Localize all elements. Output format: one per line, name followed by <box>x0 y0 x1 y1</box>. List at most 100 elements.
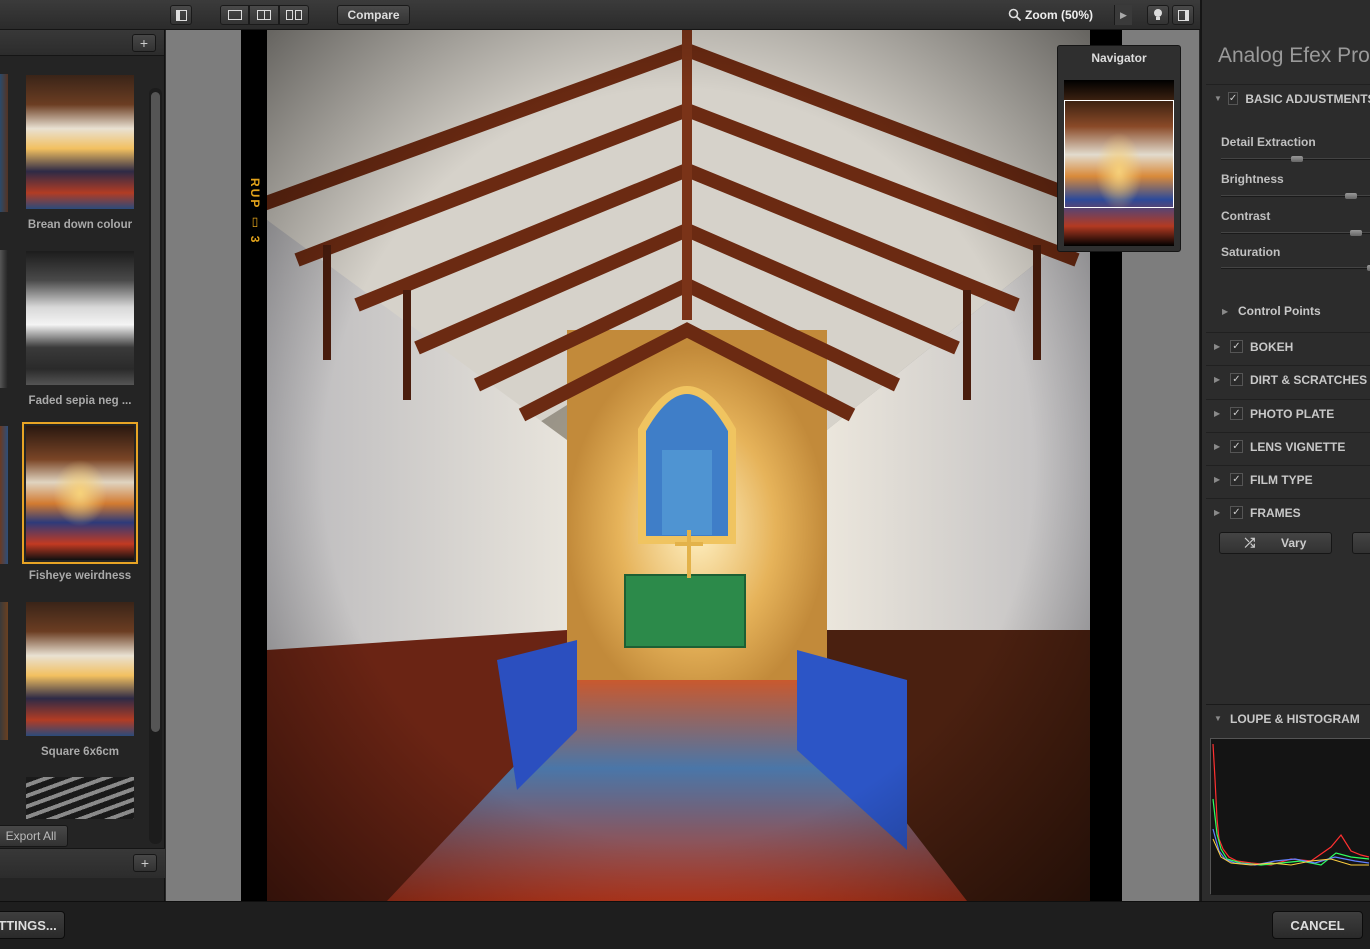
settings-button[interactable]: TTINGS... <box>0 911 65 939</box>
zoom-arrow-icon[interactable]: ▶ <box>1114 5 1132 25</box>
church-thumbnail-image <box>26 777 134 819</box>
navigator-viewport-frame[interactable] <box>1064 100 1174 208</box>
preset-label: Square 6x6cm <box>41 746 119 758</box>
slider-label: Saturation <box>1221 245 1281 259</box>
compare-label: Compare <box>347 8 400 22</box>
brightness-slider[interactable] <box>1221 193 1370 199</box>
church-thumbnail-image <box>26 251 134 385</box>
section-label: BOKEH <box>1250 339 1294 354</box>
preset-thumbnail[interactable] <box>22 71 138 213</box>
preset-item[interactable]: Faded sepia neg ... <box>22 247 138 407</box>
section-bokeh[interactable]: ▶ ✓ BOKEH <box>1206 332 1370 360</box>
section-label: FRAMES <box>1250 505 1301 520</box>
section-photo-plate[interactable]: ▶ ✓ PHOTO PLATE <box>1206 399 1370 427</box>
zoom-control[interactable]: Zoom (50%) ▶ <box>1008 5 1132 25</box>
export-all-button[interactable]: Export All <box>0 825 68 847</box>
triangle-right-icon[interactable]: ▶ <box>1214 475 1224 484</box>
checkbox-lens-vignette[interactable]: ✓ <box>1230 440 1243 453</box>
triangle-down-icon[interactable]: ▼ <box>1214 714 1224 723</box>
add-preset-button[interactable]: + <box>132 34 156 52</box>
checkbox-film-type[interactable]: ✓ <box>1230 473 1243 486</box>
contrast-slider[interactable] <box>1221 230 1370 236</box>
cancel-button[interactable]: CANCEL <box>1272 911 1363 939</box>
vary-button[interactable]: ⤮ Vary <box>1219 532 1332 554</box>
triangle-right-icon[interactable]: ▶ <box>1222 307 1232 316</box>
section-frames[interactable]: ▶ ✓ FRAMES <box>1206 498 1370 526</box>
section-label: PHOTO PLATE <box>1250 406 1335 421</box>
checkbox-photo-plate[interactable]: ✓ <box>1230 407 1243 420</box>
church-thumbnail-image <box>26 602 134 736</box>
app-title: Analog Efex Pro <box>1218 44 1370 67</box>
zoom-label: Zoom (50%) <box>1025 8 1094 22</box>
section-lens-vignette[interactable]: ▶ ✓ LENS VIGNETTE <box>1206 432 1370 460</box>
section-label: LENS VIGNETTE <box>1250 439 1346 454</box>
section-film-type[interactable]: ▶ ✓ FILM TYPE <box>1206 465 1370 493</box>
bottom-bar: TTINGS... CANCEL <box>0 901 1370 949</box>
saturation-slider[interactable] <box>1221 265 1370 271</box>
panel-toggle-right-icon <box>1177 9 1189 21</box>
image-canvas[interactable]: RUP ▯ 3 <box>166 30 1199 901</box>
preset-label: Fisheye weirdness <box>28 570 132 582</box>
vary-label: Vary <box>1281 536 1307 550</box>
film-edge-marking: RUP ▯ 3 <box>248 178 262 245</box>
church-thumbnail-image <box>26 426 134 560</box>
add-preset-footer-button[interactable]: + <box>133 854 157 872</box>
preset-item-selected[interactable]: Fisheye weirdness <box>22 422 138 582</box>
preset-item-partial[interactable] <box>22 773 138 819</box>
toggle-settings-button[interactable] <box>1172 5 1194 25</box>
church-photo[interactable] <box>267 30 1090 901</box>
checkbox-frames[interactable]: ✓ <box>1230 506 1243 519</box>
section-loupe-histogram[interactable]: ▼ LOUPE & HISTOGRAM <box>1206 704 1370 732</box>
shuffle-icon: ⤮ <box>1244 535 1256 550</box>
triangle-down-icon[interactable]: ▼ <box>1214 94 1222 103</box>
split-view-button[interactable] <box>249 5 279 25</box>
preset-thumbnail[interactable] <box>22 247 138 389</box>
preset-thumbnail[interactable] <box>22 598 138 740</box>
slider-knob[interactable] <box>1291 156 1303 162</box>
toggle-presets-button[interactable] <box>170 5 192 25</box>
preset-label: Brean down colour <box>27 219 133 231</box>
magnifier-icon <box>1008 8 1022 22</box>
vary-options-button[interactable] <box>1352 532 1370 554</box>
checkbox-dirt-scratches[interactable]: ✓ <box>1230 373 1243 386</box>
control-points-row[interactable]: ▶ Control Points <box>1206 297 1370 325</box>
preset-thumbnail-partial[interactable] <box>0 602 8 740</box>
presets-panel: + Brean down colour Faded sepia neg ... … <box>0 30 165 901</box>
slider-label: Contrast <box>1221 209 1271 223</box>
preset-thumbnail[interactable] <box>22 773 138 819</box>
settings-label: TTINGS... <box>0 917 57 933</box>
histogram-graph <box>1211 739 1370 895</box>
side-by-side-icon <box>286 10 302 20</box>
bulb-button[interactable] <box>1147 5 1169 25</box>
triangle-right-icon[interactable]: ▶ <box>1214 375 1224 384</box>
preset-thumbnail-partial[interactable] <box>0 426 8 564</box>
slider-knob[interactable] <box>1345 193 1357 199</box>
preset-item[interactable]: Brean down colour <box>22 71 138 231</box>
preset-thumbnail-partial[interactable] <box>0 74 8 212</box>
preset-thumbnail-partial[interactable] <box>0 250 8 388</box>
scrollbar-thumb[interactable] <box>151 92 160 732</box>
preset-thumbnail[interactable] <box>22 422 138 564</box>
slider-knob[interactable] <box>1350 230 1362 236</box>
single-view-button[interactable] <box>220 5 249 25</box>
single-view-icon <box>227 10 242 20</box>
section-basic-adjustments[interactable]: ▼ ✓ BASIC ADJUSTMENTS <box>1206 84 1370 112</box>
checkbox-basic-adjustments[interactable]: ✓ <box>1227 92 1239 105</box>
split-view-icon <box>257 10 271 20</box>
section-label: DIRT & SCRATCHES <box>1250 372 1368 387</box>
preset-item[interactable]: Square 6x6cm <box>22 598 138 758</box>
section-dirt-scratches[interactable]: ▶ ✓ DIRT & SCRATCHES <box>1206 365 1370 393</box>
top-toolbar: Compare Zoom (50%) ▶ <box>0 0 1370 30</box>
detail-extraction-slider[interactable] <box>1221 156 1370 162</box>
triangle-right-icon[interactable]: ▶ <box>1214 442 1224 451</box>
histogram-view <box>1210 738 1370 895</box>
triangle-right-icon[interactable]: ▶ <box>1214 508 1224 517</box>
presets-scrollbar[interactable] <box>149 88 162 844</box>
compare-button[interactable]: Compare <box>337 5 410 25</box>
triangle-right-icon[interactable]: ▶ <box>1214 409 1224 418</box>
checkbox-bokeh[interactable]: ✓ <box>1230 340 1243 353</box>
side-by-side-button[interactable] <box>279 5 309 25</box>
church-interior-image <box>267 30 1090 901</box>
triangle-right-icon[interactable]: ▶ <box>1214 342 1224 351</box>
film-frame: RUP ▯ 3 <box>241 30 1122 901</box>
